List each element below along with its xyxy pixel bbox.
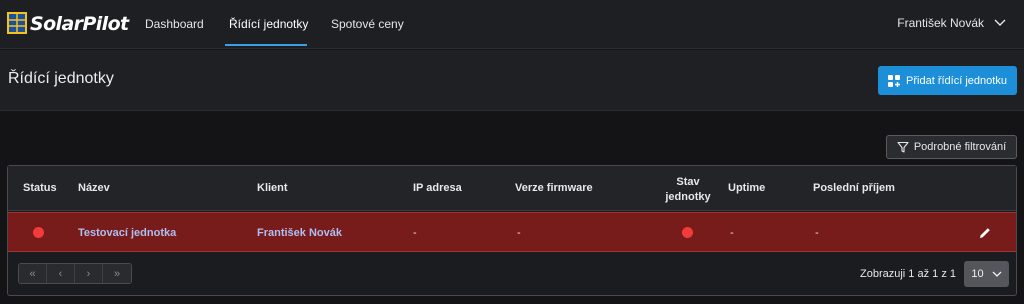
table-header: Status Název Klient IP adresa Verze firm… [8,166,1016,211]
column-client[interactable]: Klient [257,182,288,194]
nav-control-units[interactable]: Řídící jednotky [229,17,308,31]
column-uptime[interactable]: Uptime [728,182,765,194]
solar-panel-icon [7,12,27,34]
page-header: Řídící jednotky Přidat řídící jednotku [0,50,1024,111]
user-name: František Novák [897,16,984,30]
user-menu[interactable]: František Novák [897,16,1006,30]
add-widget-icon [888,74,901,87]
table-footer: « ‹ › » Zobrazuji 1 až 1 z 1 10 [8,253,1016,295]
column-last-received[interactable]: Poslední příjem [813,182,895,194]
control-units-table: Status Název Klient IP adresa Verze firm… [7,165,1017,296]
prev-page-button[interactable]: ‹ [47,264,75,283]
column-name[interactable]: Název [78,182,110,194]
status-indicator [33,227,44,238]
client-link[interactable]: František Novák [257,227,342,239]
uptime-cell: - [730,227,734,239]
last-received-cell: - [815,227,819,239]
nav-spot-prices[interactable]: Spotové ceny [331,17,404,31]
unit-name-link[interactable]: Testovací jednotka [78,227,176,239]
edit-pencil-icon[interactable] [978,226,992,240]
last-page-button[interactable]: » [103,264,131,283]
pagination-info: Zobrazuji 1 až 1 z 1 [860,268,956,280]
column-status[interactable]: Status [23,182,57,194]
page-size-value: 10 [971,268,984,280]
firmware-cell: - [517,227,521,239]
detailed-filter-button[interactable]: Podrobné filtrování [886,135,1017,159]
nav-dashboard[interactable]: Dashboard [145,17,204,31]
unit-state-indicator [682,227,693,238]
column-firmware[interactable]: Verze firmware [515,182,593,194]
column-ip[interactable]: IP adresa [413,182,462,194]
table-row[interactable]: Testovací jednotka František Novák - - -… [8,212,1016,252]
pagination-controls: « ‹ › » [18,263,132,284]
column-unit-state[interactable]: Stav jednotky [663,175,713,205]
add-button-label: Přidat řídící jednotku [906,74,1007,87]
first-page-button[interactable]: « [19,264,47,283]
page-title: Řídící jednotky [8,70,114,87]
top-navbar: SolarPilot Dashboard Řídící jednotky Spo… [0,0,1024,49]
filter-label: Podrobné filtrování [913,141,1007,153]
nav-active-indicator [225,44,307,46]
next-page-button[interactable]: › [75,264,103,283]
chevron-down-icon [994,19,1006,26]
chevron-down-icon [992,271,1002,277]
ip-cell: - [413,227,417,239]
logo-text: SolarPilot [30,13,129,35]
funnel-icon [897,141,909,153]
page-size-select[interactable]: 10 [964,261,1009,287]
logo[interactable]: SolarPilot [6,10,129,38]
add-control-unit-button[interactable]: Přidat řídící jednotku [878,66,1017,95]
